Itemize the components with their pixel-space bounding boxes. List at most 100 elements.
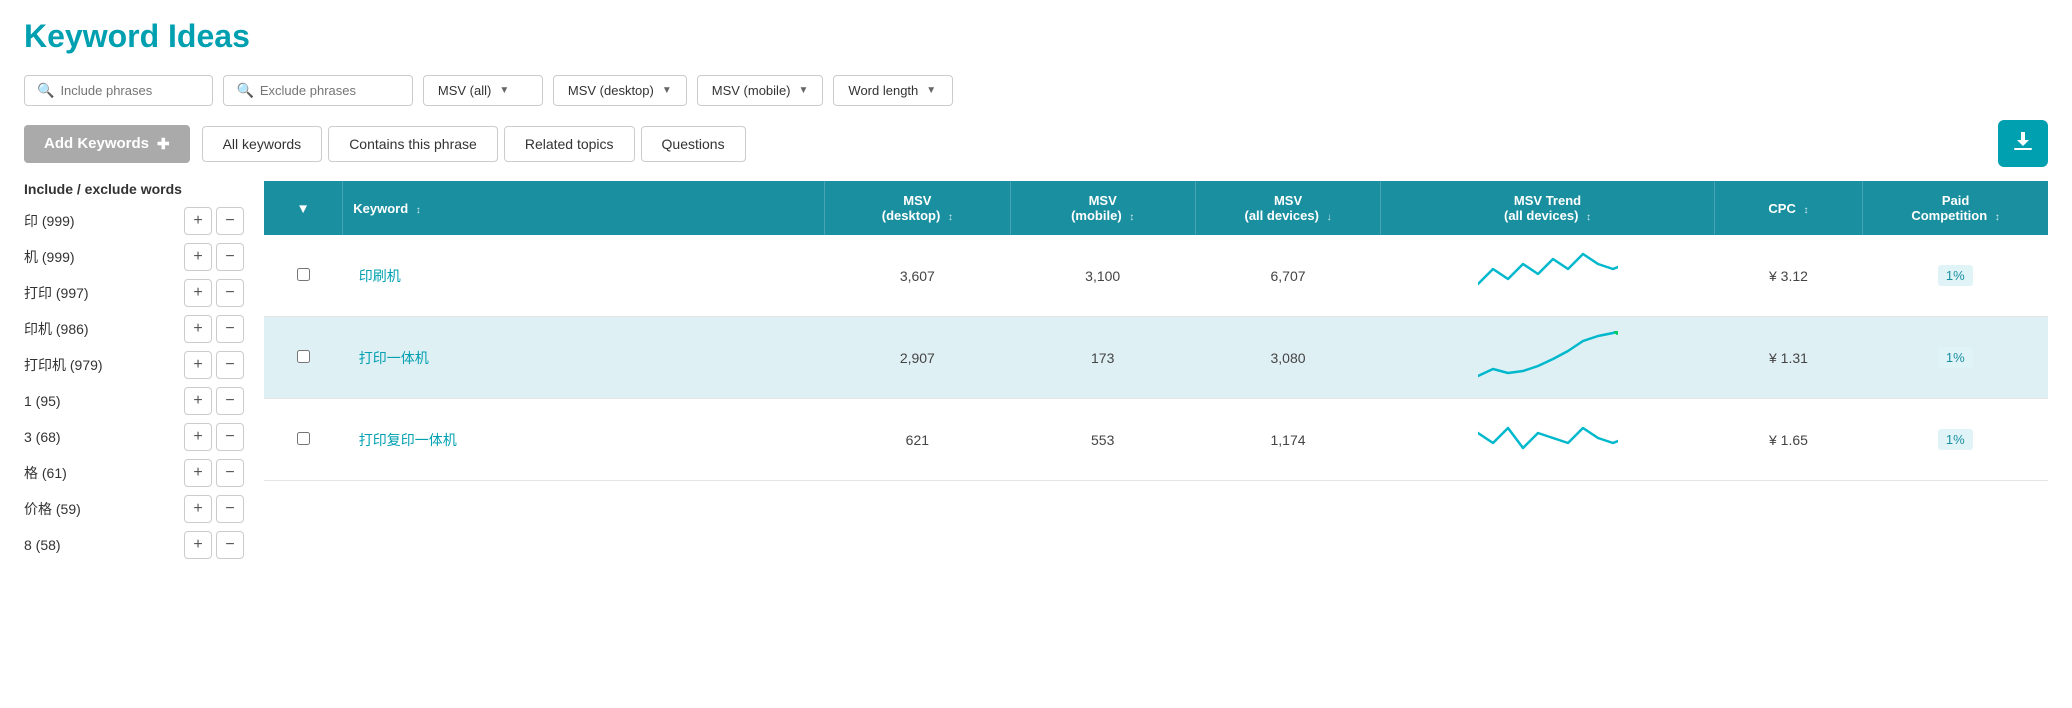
sparkline: 3,080 xyxy=(1478,331,1618,381)
table-area: ▼ Keyword ↕ MSV(desktop) ↕ MSV(mobile) xyxy=(264,181,2048,567)
table-header-keyword[interactable]: Keyword ↕ xyxy=(343,181,825,235)
msv-all-cell: 3,080 xyxy=(1195,317,1380,399)
sidebar-item: 打印机 (979) + − xyxy=(24,351,244,379)
sort-icon-msv-trend: ↕ xyxy=(1586,212,1591,223)
paid-cell: 1% xyxy=(1863,317,2048,399)
trend-cell: 3,080 xyxy=(1381,317,1715,399)
select-all-button[interactable]: ▼ xyxy=(292,197,314,219)
table-header-cpc[interactable]: CPC ↕ xyxy=(1714,181,1862,235)
row-checkbox-cell xyxy=(264,235,343,317)
msv-desktop-dropdown[interactable]: MSV (desktop) ▼ xyxy=(553,75,687,106)
word-length-dropdown[interactable]: Word length ▼ xyxy=(833,75,953,106)
sidebar-item-label: 格 (61) xyxy=(24,463,184,483)
exclude-input[interactable] xyxy=(260,83,400,98)
tab-all-keywords[interactable]: All keywords xyxy=(202,126,323,162)
msv-all-dropdown[interactable]: MSV (all) ▼ xyxy=(423,75,543,106)
sidebar-item-label: 1 (95) xyxy=(24,393,184,409)
table-header-msv-mobile[interactable]: MSV(mobile) ↕ xyxy=(1010,181,1195,235)
keyword-cell[interactable]: 打印一体机 xyxy=(343,317,825,399)
keyword-cell[interactable]: 打印复印一体机 xyxy=(343,399,825,481)
sidebar-item-buttons: + − xyxy=(184,495,244,523)
tabs-row: Add Keywords ✚ All keywords Contains thi… xyxy=(24,120,2048,167)
chevron-down-icon-4: ▼ xyxy=(926,85,936,96)
sidebar-item-label: 打印机 (979) xyxy=(24,355,184,375)
row-checkbox-cell xyxy=(264,399,343,481)
msv-desktop-cell: 3,607 xyxy=(825,235,1010,317)
row-checkbox[interactable] xyxy=(297,432,310,445)
download-icon xyxy=(2012,130,2034,152)
sidebar-item-buttons: + − xyxy=(184,243,244,271)
table-header-paid-competition[interactable]: PaidCompetition ↕ xyxy=(1863,181,2048,235)
row-checkbox[interactable] xyxy=(297,268,310,281)
main-layout: Include / exclude words 印 (999) + − 机 (9… xyxy=(24,181,2048,567)
msv-mobile-cell: 553 xyxy=(1010,399,1195,481)
sidebar-item: 3 (68) + − xyxy=(24,423,244,451)
include-button[interactable]: + xyxy=(184,279,212,307)
chevron-down-icon: ▼ xyxy=(499,85,509,96)
include-button[interactable]: + xyxy=(184,207,212,235)
include-input[interactable] xyxy=(60,83,200,98)
sidebar-item-label: 打印 (997) xyxy=(24,283,184,303)
exclude-button[interactable]: − xyxy=(216,495,244,523)
sort-icon-msv-desktop: ↕ xyxy=(948,212,953,223)
msv-desktop-cell: 2,907 xyxy=(825,317,1010,399)
exclude-phrases-input[interactable]: 🔍 xyxy=(223,75,412,106)
paid-cell: 1% xyxy=(1863,399,2048,481)
exclude-button[interactable]: − xyxy=(216,459,244,487)
download-button[interactable] xyxy=(1998,120,2048,167)
table-header-msv-trend[interactable]: MSV Trend(all devices) ↕ xyxy=(1381,181,1715,235)
tab-related-topics[interactable]: Related topics xyxy=(504,126,635,162)
exclude-button[interactable]: − xyxy=(216,387,244,415)
msv-mobile-cell: 3,100 xyxy=(1010,235,1195,317)
sidebar-title: Include / exclude words xyxy=(24,181,244,197)
sidebar-item: 印 (999) + − xyxy=(24,207,244,235)
sidebar-item: 格 (61) + − xyxy=(24,459,244,487)
sidebar-item-label: 印机 (986) xyxy=(24,319,184,339)
sidebar-item-buttons: + − xyxy=(184,207,244,235)
table-row: 打印一体机 2,907 173 3,080 3,080 ¥ 1.31 1% xyxy=(264,317,2048,399)
sidebar: Include / exclude words 印 (999) + − 机 (9… xyxy=(24,181,244,567)
add-keywords-button[interactable]: Add Keywords ✚ xyxy=(24,125,190,163)
chevron-down-icon-2: ▼ xyxy=(662,85,672,96)
tab-contains-phrase[interactable]: Contains this phrase xyxy=(328,126,498,162)
include-button[interactable]: + xyxy=(184,531,212,559)
msv-mobile-dropdown[interactable]: MSV (mobile) ▼ xyxy=(697,75,824,106)
exclude-button[interactable]: − xyxy=(216,351,244,379)
row-checkbox[interactable] xyxy=(297,350,310,363)
plus-icon: ✚ xyxy=(157,135,170,153)
sort-icon-paid: ↕ xyxy=(1995,212,2000,223)
sparkline xyxy=(1478,413,1618,463)
include-button[interactable]: + xyxy=(184,351,212,379)
sidebar-item-buttons: + − xyxy=(184,423,244,451)
include-button[interactable]: + xyxy=(184,459,212,487)
chevron-down-icon-3: ▼ xyxy=(799,85,809,96)
sort-icon-msv-mobile: ↕ xyxy=(1129,212,1134,223)
include-button[interactable]: + xyxy=(184,243,212,271)
table-header-msv-desktop[interactable]: MSV(desktop) ↕ xyxy=(825,181,1010,235)
exclude-button[interactable]: − xyxy=(216,315,244,343)
sparkline xyxy=(1478,249,1618,299)
msv-desktop-cell: 621 xyxy=(825,399,1010,481)
exclude-button[interactable]: − xyxy=(216,243,244,271)
sidebar-item-label: 8 (58) xyxy=(24,537,184,553)
sidebar-item: 8 (58) + − xyxy=(24,531,244,559)
include-button[interactable]: + xyxy=(184,315,212,343)
exclude-button[interactable]: − xyxy=(216,207,244,235)
sidebar-item-label: 机 (999) xyxy=(24,247,184,267)
include-phrases-input[interactable]: 🔍 xyxy=(24,75,213,106)
msv-mobile-cell: 173 xyxy=(1010,317,1195,399)
sidebar-item-buttons: + − xyxy=(184,351,244,379)
table-header-msv-all[interactable]: MSV(all devices) ↓ xyxy=(1195,181,1380,235)
exclude-button[interactable]: − xyxy=(216,423,244,451)
keyword-cell[interactable]: 印刷机 xyxy=(343,235,825,317)
tab-questions[interactable]: Questions xyxy=(641,126,746,162)
include-button[interactable]: + xyxy=(184,387,212,415)
exclude-button[interactable]: − xyxy=(216,279,244,307)
cpc-cell: ¥ 3.12 xyxy=(1714,235,1862,317)
row-checkbox-cell xyxy=(264,317,343,399)
sidebar-item: 1 (95) + − xyxy=(24,387,244,415)
include-button[interactable]: + xyxy=(184,495,212,523)
sidebar-item-label: 3 (68) xyxy=(24,429,184,445)
exclude-button[interactable]: − xyxy=(216,531,244,559)
include-button[interactable]: + xyxy=(184,423,212,451)
